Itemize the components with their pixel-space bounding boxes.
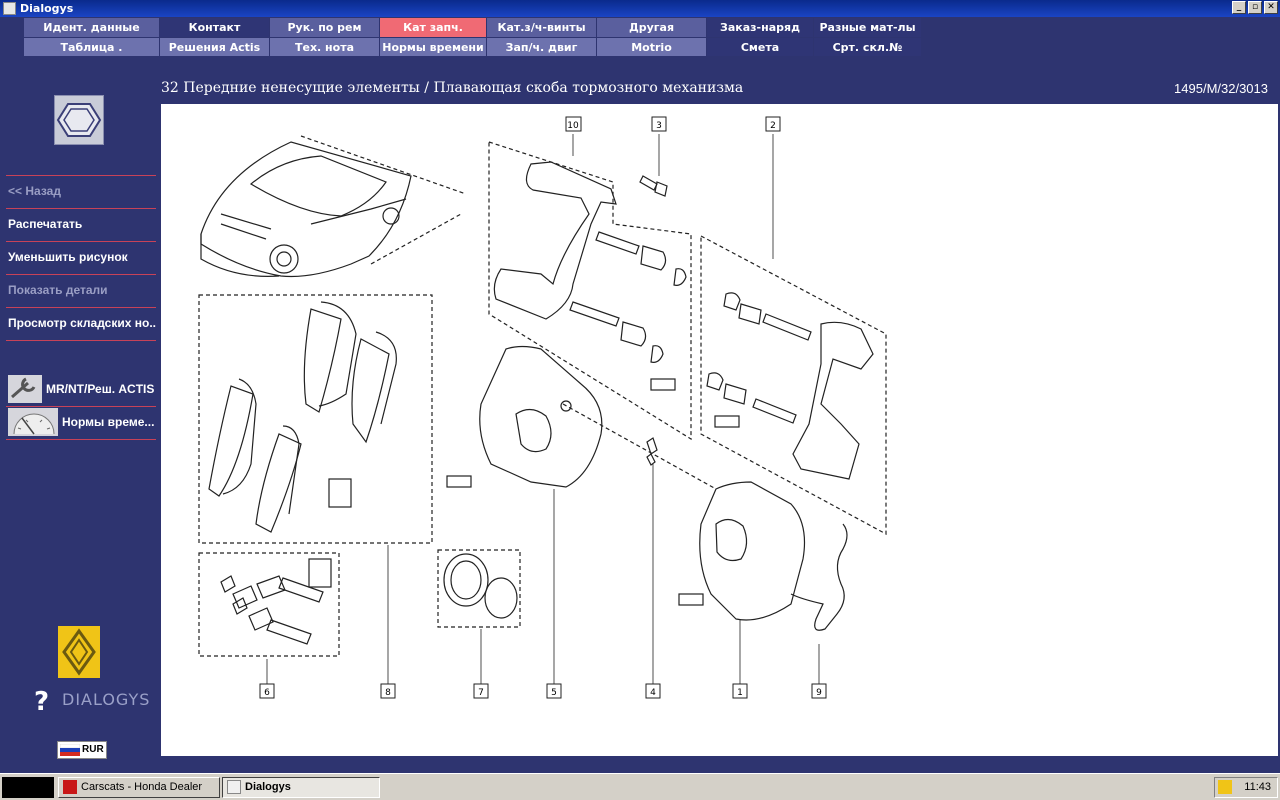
bolt-drawing <box>639 175 668 197</box>
taskbar-item-label: Dialogys <box>245 781 291 793</box>
stopwatch-icon <box>8 408 58 436</box>
svg-text:3: 3 <box>656 121 662 131</box>
close-button[interactable]: ✕ <box>1264 1 1278 14</box>
dialogys-logo: ? DIALOGYS <box>34 686 149 718</box>
actis-solutions-link[interactable]: MR/NT/Реш. ACTIS <box>6 373 156 405</box>
wear-sensor-wire-drawing <box>790 523 848 631</box>
callout-3[interactable]: 3 <box>651 116 667 132</box>
svg-text:8: 8 <box>385 688 391 698</box>
print-link[interactable]: Распечатать <box>6 208 156 240</box>
windows-taskbar: Carscats - Honda Dealer Dialogys 11:43 <box>0 773 1280 800</box>
wrench-icon <box>8 375 42 403</box>
tab-estimate[interactable]: Смета <box>707 37 814 56</box>
brake-pads-drawing <box>208 301 397 533</box>
top-menu: Идент. данные Контакт Рук. по рем Кат за… <box>24 18 924 56</box>
system-tray: 11:43 <box>1214 777 1278 798</box>
dialogys-brand-text: DIALOGYS <box>62 690 151 709</box>
callout-5[interactable]: 5 <box>546 683 562 699</box>
callout-7[interactable]: 7 <box>473 683 489 699</box>
tab-other[interactable]: Другая <box>597 18 707 37</box>
renault-logo-icon <box>58 626 100 678</box>
taskbar-item-carscats[interactable]: Carscats - Honda Dealer <box>58 777 220 798</box>
svg-text:7: 7 <box>478 688 484 698</box>
callout-1[interactable]: 1 <box>732 683 748 699</box>
stock-numbers-link[interactable]: Просмотр складских но... <box>6 307 156 339</box>
tab-tech-note[interactable]: Тех. нота <box>270 37 380 56</box>
renault-tray-icon[interactable] <box>1218 780 1232 794</box>
dialogys-app-icon <box>3 2 16 15</box>
labour-times-link[interactable]: Нормы време... <box>6 406 156 438</box>
seal-kit-drawing <box>443 553 518 619</box>
clock: 11:43 <box>1244 781 1271 793</box>
tab-work-order[interactable]: Заказ-наряд <box>707 18 814 37</box>
svg-text:?: ? <box>34 687 49 717</box>
callout-2[interactable]: 2 <box>765 116 781 132</box>
svg-text:9: 9 <box>816 688 822 698</box>
minimize-button[interactable]: _ <box>1232 1 1246 14</box>
svg-text:1: 1 <box>737 688 743 698</box>
sidebar-divider <box>6 340 156 341</box>
svg-text:2: 2 <box>770 121 776 131</box>
tab-parts-catalog[interactable]: Кат запч. <box>380 18 487 37</box>
page-title: 32 Передние ненесущие элементы / Плавающ… <box>161 80 744 96</box>
hex-nut-logo-icon <box>54 95 104 145</box>
tab-repair-manual[interactable]: Рук. по рем <box>270 18 380 37</box>
exploded-parts-diagram[interactable]: 10 3 2 6 8 7 5 4 1 9 <box>161 104 1278 756</box>
callout-10[interactable]: 10 <box>565 116 582 132</box>
window-controls: _ ▫ ✕ <box>1232 1 1278 14</box>
svg-text:6: 6 <box>264 688 270 698</box>
tab-motrio[interactable]: Motrio <box>597 37 707 56</box>
tab-engine-parts[interactable]: Зап/ч. двиг <box>487 37 597 56</box>
carscats-app-icon <box>63 780 77 794</box>
taskbar-item-dialogys[interactable]: Dialogys <box>222 777 380 798</box>
tab-stock-number[interactable]: Срт. скл.№ <box>814 37 922 56</box>
svg-text:5: 5 <box>551 688 557 698</box>
tab-labour-times[interactable]: Нормы времени <box>380 37 487 56</box>
tab-parts-screws[interactable]: Кат.з/ч-винты <box>487 18 597 37</box>
diagram-svg: 10 3 2 6 8 7 5 4 1 9 <box>198 116 887 699</box>
caliper-assembly-drawing <box>678 481 806 621</box>
callout-8[interactable]: 8 <box>380 683 396 699</box>
start-button[interactable] <box>2 777 54 798</box>
currency-selector[interactable]: RUR <box>57 741 107 759</box>
zoom-out-link[interactable]: Уменьшить рисунок <box>6 241 156 273</box>
maximize-button[interactable]: ▫ <box>1248 1 1262 14</box>
svg-text:10: 10 <box>567 121 579 131</box>
document-code: 1495/M/32/3013 <box>1174 81 1268 96</box>
russian-flag-icon <box>60 744 80 756</box>
taskbar-item-label: Carscats - Honda Dealer <box>81 781 203 793</box>
sidebar-divider <box>6 439 156 440</box>
callout-6[interactable]: 6 <box>259 683 275 699</box>
callout-4[interactable]: 4 <box>645 683 661 699</box>
car-overview-drawing <box>200 141 412 278</box>
caliper-housing-drawing <box>446 345 603 488</box>
labour-times-label: Нормы време... <box>62 415 155 429</box>
window-titlebar: Dialogys _ ▫ ✕ <box>0 0 1280 17</box>
window-title: Dialogys <box>20 2 74 15</box>
tab-actis-solutions[interactable]: Решения Actis <box>160 37 270 56</box>
actis-solutions-label: MR/NT/Реш. ACTIS <box>46 382 155 396</box>
tab-ident-data[interactable]: Идент. данные <box>24 18 160 37</box>
currency-label: RUR <box>82 744 104 755</box>
show-details-link[interactable]: Показать детали <box>6 274 156 306</box>
pin-repair-kit-drawing <box>220 558 332 645</box>
back-link[interactable]: << Назад <box>6 175 156 207</box>
guide-pins-drawing <box>569 231 687 391</box>
bleed-screw-drawing <box>646 437 658 466</box>
tab-table[interactable]: Таблица . <box>24 37 160 56</box>
tab-misc-materials[interactable]: Разные мат-лы <box>814 18 922 37</box>
callout-9[interactable]: 9 <box>811 683 827 699</box>
tab-contact[interactable]: Контакт <box>160 18 270 37</box>
svg-text:4: 4 <box>650 688 656 698</box>
dialogys-app-icon <box>227 780 241 794</box>
